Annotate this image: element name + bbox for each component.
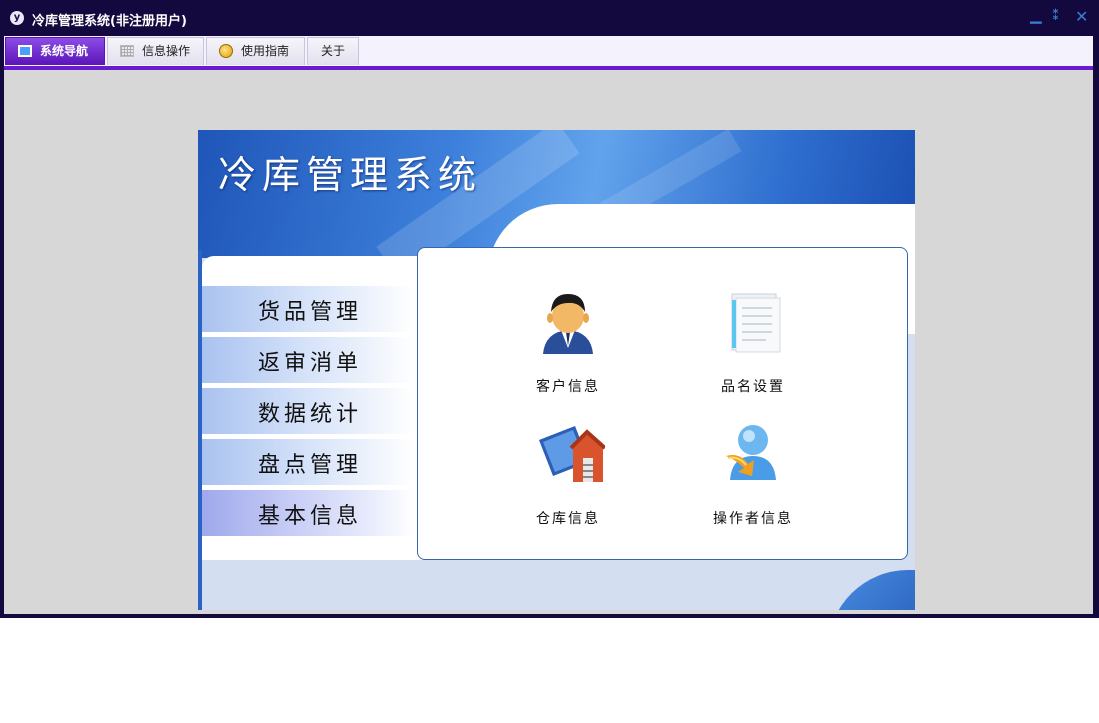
tile-label: 操作者信息 xyxy=(713,511,793,527)
tab-system-navigation[interactable]: 系统导航 xyxy=(5,37,105,65)
tile-operator-info[interactable]: 操作者信息 xyxy=(693,422,813,532)
tile-label: 客户信息 xyxy=(536,379,600,395)
document-icon xyxy=(731,293,781,353)
nav-item-label: 数据统计 xyxy=(258,402,363,427)
tile-label: 品名设置 xyxy=(721,379,785,395)
operator-icon xyxy=(726,425,776,480)
tab-info-operations[interactable]: 信息操作 xyxy=(107,37,204,65)
maximize-icon[interactable]: ⁑ xyxy=(1052,8,1059,24)
nav-item-review-cancel[interactable]: 返审消单 xyxy=(202,337,414,383)
title-bar[interactable]: y 冷库管理系统(非注册用户) ▁ ⁑ ✕ xyxy=(0,0,1099,36)
nav-item-label: 盘点管理 xyxy=(258,453,363,478)
nav-item-label: 返审消单 xyxy=(258,351,363,376)
tab-label: 系统导航 xyxy=(40,44,89,58)
tab-label: 使用指南 xyxy=(241,44,290,58)
tab-bar: 系统导航 信息操作 使用指南 关于 xyxy=(4,36,1093,70)
close-icon[interactable]: ✕ xyxy=(1075,7,1088,26)
customer-icon xyxy=(543,294,593,354)
tab-user-guide[interactable]: 使用指南 xyxy=(206,37,305,65)
panel-title: 冷库管理系统 xyxy=(218,153,483,197)
monitor-icon xyxy=(18,45,32,57)
nav-item-statistics[interactable]: 数据统计 xyxy=(202,388,414,434)
nav-item-inventory-check[interactable]: 盘点管理 xyxy=(202,439,414,485)
tile-warehouse-info[interactable]: 仓库信息 xyxy=(508,422,628,532)
tab-label: 关于 xyxy=(321,44,346,58)
tile-customer-info[interactable]: 客户信息 xyxy=(508,290,628,400)
panel-corner-decoration xyxy=(828,570,915,610)
tile-label: 仓库信息 xyxy=(536,511,600,527)
grid-icon xyxy=(120,45,134,57)
basic-info-tiles: 客户信息 品名设置 仓库信息 操作者信息 xyxy=(417,247,908,560)
guide-icon xyxy=(219,44,233,58)
tab-about[interactable]: 关于 xyxy=(307,37,359,65)
minimize-icon[interactable]: ▁ xyxy=(1030,6,1042,24)
nav-item-label: 基本信息 xyxy=(258,504,363,529)
nav-item-label: 货品管理 xyxy=(258,300,363,325)
tile-product-name-settings[interactable]: 品名设置 xyxy=(693,290,813,400)
nav-item-goods-management[interactable]: 货品管理 xyxy=(202,286,414,332)
tab-label: 信息操作 xyxy=(142,44,191,58)
warehouse-icon xyxy=(539,426,605,482)
app-logo-icon: y xyxy=(10,11,24,25)
nav-item-basic-info[interactable]: 基本信息 xyxy=(202,490,414,536)
window-title: 冷库管理系统(非注册用户) xyxy=(32,14,187,29)
